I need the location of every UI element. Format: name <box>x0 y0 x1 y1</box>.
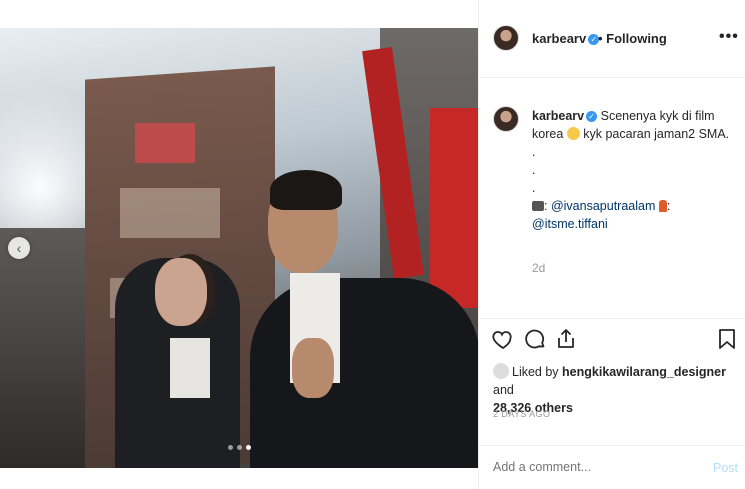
liked-by-prefix: Liked by <box>512 365 559 379</box>
comment-input[interactable] <box>493 460 683 474</box>
instagram-post-frame: ‹ karbearv ✓ • Following ••• karbearv ✓ Sc… <box>0 0 745 489</box>
carousel-dot-active <box>246 445 251 450</box>
caption-username[interactable]: karbearv <box>532 109 584 123</box>
caption-body-2: kyk pacaran jaman2 SMA. <box>583 127 730 141</box>
more-options-icon[interactable]: ••• <box>719 28 739 46</box>
camera-emoji-icon <box>532 201 544 211</box>
lipstick-emoji-icon <box>658 200 667 212</box>
man-figure <box>250 278 478 468</box>
man-hair <box>270 170 342 210</box>
bookmark-icon[interactable] <box>715 327 739 351</box>
following-button[interactable]: • Following <box>598 31 667 46</box>
share-icon[interactable] <box>554 327 578 351</box>
liked-by-and: and <box>493 383 514 397</box>
avatar[interactable] <box>493 25 519 51</box>
caption-text: karbearv ✓ Scenenya kyk di film korea kyk… <box>532 107 737 233</box>
woman-face <box>155 258 207 326</box>
liked-by-user[interactable]: hengkikawilarang_designer <box>562 365 726 379</box>
mention-makeup[interactable]: @itsme.tiffani <box>532 217 608 231</box>
red-vertical-sign <box>430 108 478 308</box>
comment-bar: Post <box>479 445 745 489</box>
carousel-dot <box>237 445 242 450</box>
caption-dot: . <box>532 163 536 177</box>
carousel-prev-button[interactable]: ‹ <box>8 237 30 259</box>
post-comment-button[interactable]: Post <box>713 461 738 475</box>
neon-sign <box>135 123 195 163</box>
credit-prefix: : <box>544 199 548 213</box>
heart-icon[interactable] <box>491 327 515 351</box>
caption-dot: . <box>532 181 536 195</box>
laughing-emoji-icon <box>566 127 580 140</box>
header-username[interactable]: karbearv ✓ <box>532 31 600 46</box>
chevron-left-icon: ‹ <box>16 240 22 256</box>
post-header: karbearv ✓ • Following ••• <box>479 0 745 78</box>
caption-dot: . <box>532 145 536 159</box>
comment-icon[interactable] <box>523 327 547 351</box>
header-username-text[interactable]: karbearv <box>532 31 586 46</box>
post-caption: karbearv ✓ Scenenya kyk di film korea kyk… <box>479 78 745 318</box>
avatar[interactable] <box>493 106 519 132</box>
caption-time: 2d <box>532 261 546 275</box>
woman-shirt <box>170 338 210 398</box>
man-hand <box>292 338 334 398</box>
credit-mid: : <box>666 199 671 213</box>
liker-avatar[interactable] <box>493 363 509 379</box>
carousel-dot <box>228 445 233 450</box>
mention-photographer[interactable]: @ivansaputraalam <box>551 199 655 213</box>
action-bar <box>479 318 745 358</box>
post-side-panel: karbearv ✓ • Following ••• karbearv ✓ Scen… <box>478 0 745 489</box>
post-photo[interactable] <box>0 28 478 468</box>
building-window <box>120 188 220 238</box>
carousel-indicator <box>228 445 251 450</box>
verified-badge-icon: ✓ <box>586 111 598 123</box>
post-age[interactable]: 2 DAYS AGO <box>493 409 550 419</box>
